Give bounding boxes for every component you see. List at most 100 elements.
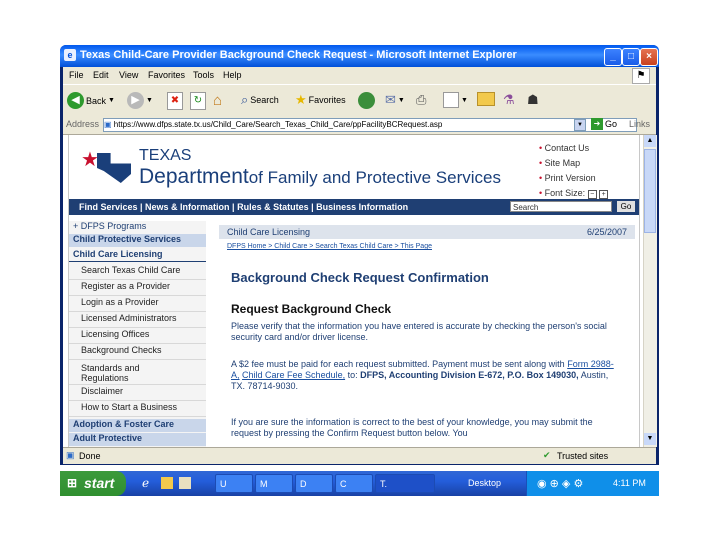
menu-edit[interactable]: Edit <box>93 70 109 80</box>
messenger-icon: ☗ <box>527 92 539 107</box>
go-button[interactable]: ➜ Go <box>591 118 617 130</box>
task-d[interactable]: D <box>295 474 333 493</box>
vertical-scrollbar[interactable]: ▲ ▼ <box>643 135 657 447</box>
page-viewport: ★ TEXAS Departmentof Family and Protecti… <box>63 135 643 447</box>
sidebar-item-standards[interactable]: Standards and Regulations <box>69 361 206 385</box>
maximize-button[interactable]: □ <box>622 48 640 66</box>
print-button[interactable]: ⎙ <box>416 92 426 108</box>
task-m[interactable]: M <box>255 474 293 493</box>
quicklaunch-folder-icon[interactable] <box>161 477 173 489</box>
menu-file[interactable]: File <box>69 70 84 80</box>
scroll-up-icon[interactable]: ▲ <box>644 135 656 147</box>
dropdown-icon: ▼ <box>146 97 153 104</box>
forward-button[interactable]: ▶ ▼ <box>127 92 153 109</box>
font-increase-icon[interactable]: + <box>599 190 609 199</box>
system-tray: ◉ ⊕ ◈ ⚙ 4:11 PM <box>526 471 659 496</box>
task-t[interactable]: T. <box>375 474 435 493</box>
sidebar-item-register[interactable]: Register as a Provider <box>69 281 206 296</box>
taskbar: ⊞ start ℯ U M D C T. Desktop ◉ ⊕ ◈ ⚙ 4:1… <box>60 471 659 496</box>
task-c[interactable]: C <box>335 474 373 493</box>
windows-logo-icon: ⊞ <box>67 476 78 490</box>
research-button[interactable]: ⚗ <box>503 92 515 108</box>
dropdown-icon: ▼ <box>461 96 468 104</box>
edit-button[interactable]: ▼ <box>443 92 468 108</box>
print-version-link[interactable]: • Print Version <box>539 171 608 186</box>
close-button[interactable]: × <box>640 48 658 66</box>
title-bar[interactable]: e Texas Child-Care Provider Background C… <box>60 45 659 67</box>
site-search-go-button[interactable]: Go <box>617 201 635 212</box>
breadcrumb[interactable]: DFPS Home > Child Care > Search Texas Ch… <box>227 243 432 250</box>
section-date: 6/25/2007 <box>586 227 627 237</box>
refresh-icon: ↻ <box>190 92 206 110</box>
tray-icons[interactable]: ◉ ⊕ ◈ ⚙ <box>537 477 583 490</box>
history-button[interactable] <box>358 92 375 109</box>
address-url: https://www.dfps.state.tx.us/Child_Care/… <box>113 120 443 129</box>
links-label[interactable]: Links <box>629 119 650 129</box>
security-zone: Trusted sites <box>557 451 609 461</box>
search-button[interactable]: ⌕ Search <box>241 92 279 108</box>
menu-tools[interactable]: Tools <box>193 70 214 80</box>
ie-icon: e <box>64 49 76 61</box>
nav-links[interactable]: Find Services | News & Information | Rul… <box>79 202 408 212</box>
main-nav: Find Services | News & Information | Rul… <box>69 199 639 215</box>
sidebar-item-search-texas-child-care[interactable]: Search Texas Child Care <box>69 265 206 280</box>
back-button[interactable]: ◀ Back ▼ <box>67 92 115 109</box>
submit-paragraph: If you are sure the information is corre… <box>231 417 593 438</box>
window-title: Texas Child-Care Provider Background Che… <box>80 49 517 61</box>
quicklaunch-ie-icon[interactable]: ℯ <box>142 476 149 490</box>
home-icon: ⌂ <box>213 92 223 109</box>
clock: 4:11 PM <box>613 478 646 488</box>
contact-us-link[interactable]: • Contact Us <box>539 141 608 156</box>
mail-icon: ✉ <box>385 92 396 107</box>
utility-links: • Contact Us • Site Map • Print Version … <box>539 141 609 201</box>
folder-button[interactable] <box>477 92 495 106</box>
messenger-button[interactable]: ☗ <box>527 92 539 108</box>
scroll-down-icon[interactable]: ▼ <box>644 433 656 445</box>
address-input[interactable]: ▣ https://www.dfps.state.tx.us/Child_Car… <box>103 118 637 132</box>
sidebar-item-login[interactable]: Login as a Provider <box>69 297 206 312</box>
minimize-button[interactable]: _ <box>604 48 622 66</box>
logo-department: Departmentof Family and Protective Servi… <box>139 165 501 188</box>
status-bar: ▣ Done ✔ Trusted sites <box>63 447 656 464</box>
font-decrease-icon[interactable]: − <box>587 190 597 199</box>
menu-favorites[interactable]: Favorites <box>148 70 185 80</box>
stop-button[interactable]: ✖ <box>167 92 183 110</box>
sidebar-item-licensed-administrators[interactable]: Licensed Administrators <box>69 313 206 328</box>
status-text: Done <box>79 451 101 461</box>
research-icon: ⚗ <box>503 92 515 107</box>
home-button[interactable]: ⌂ <box>213 92 222 109</box>
windows-flag-icon: ⚑ <box>632 68 650 84</box>
site-search-input[interactable]: Search <box>510 201 612 212</box>
task-u[interactable]: U <box>215 474 253 493</box>
menu-help[interactable]: Help <box>223 70 242 80</box>
menu-bar: File Edit View Favorites Tools Help ⚑ <box>63 67 656 84</box>
fee-schedule-link[interactable]: Child Care Fee Schedule, <box>242 370 345 380</box>
sidebar-adoption[interactable]: Adoption & Foster Care <box>69 419 206 432</box>
star-icon: ★ <box>81 149 99 171</box>
site-map-link[interactable]: • Site Map <box>539 156 608 171</box>
start-button[interactable]: ⊞ start <box>60 471 126 496</box>
menu-view[interactable]: View <box>119 70 138 80</box>
forward-arrow-icon: ▶ <box>127 92 144 109</box>
sidebar-cps[interactable]: Child Protective Services <box>69 234 206 247</box>
trusted-sites-icon: ✔ <box>543 450 551 460</box>
quicklaunch-app-icon[interactable] <box>179 477 191 489</box>
refresh-button[interactable]: ↻ <box>190 92 206 110</box>
desktop-toolbar[interactable]: Desktop <box>468 478 501 488</box>
sidebar-dfps-programs[interactable]: + DFPS Programs <box>69 221 206 233</box>
sidebar-ccl[interactable]: Child Care Licensing <box>69 249 206 262</box>
address-bar: Address ▣ https://www.dfps.state.tx.us/C… <box>63 116 656 135</box>
sidebar-item-licensing-offices[interactable]: Licensing Offices <box>69 329 206 344</box>
address-dropdown-icon[interactable]: ▼ <box>574 119 586 131</box>
sidebar-item-disclaimer[interactable]: Disclaimer <box>69 386 206 401</box>
search-icon: ⌕ <box>241 92 249 107</box>
mail-button[interactable]: ✉ ▼ <box>385 92 405 108</box>
sidebar-adult-protective[interactable]: Adult Protective <box>69 433 206 446</box>
sidebar-item-background-checks[interactable]: Background Checks <box>69 345 206 360</box>
sidebar-item-how-to-start[interactable]: How to Start a Business <box>69 402 206 417</box>
stop-icon: ✖ <box>167 92 183 110</box>
star-icon: ★ <box>295 92 307 107</box>
scroll-thumb[interactable] <box>644 149 656 233</box>
favorites-button[interactable]: ★ Favorites <box>295 92 346 108</box>
page-icon: ▣ <box>104 120 114 129</box>
